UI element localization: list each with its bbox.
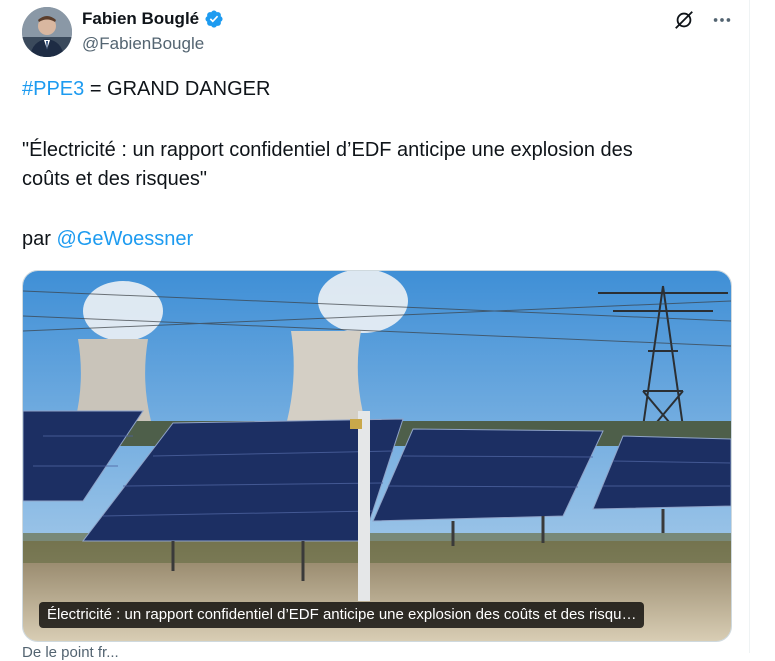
grok-icon[interactable] (672, 8, 696, 32)
hashtag-link[interactable]: #PPE3 (22, 78, 84, 100)
verified-badge-icon[interactable] (204, 9, 224, 29)
quote-line-1: "Électricité : un rapport confidentiel d… (22, 139, 633, 161)
tweet[interactable]: Fabien Bouglé @FabienBougle #PPE3 = GRAN… (0, 0, 749, 661)
avatar-image (22, 7, 72, 57)
byline: par @GeWoessner (22, 225, 193, 254)
solar-farm-photo (23, 271, 731, 641)
author-handle[interactable]: @FabienBougle (82, 34, 204, 54)
tweet-line-1-text: = GRAND DANGER (84, 78, 271, 100)
mention-link[interactable]: @GeWoessner (56, 228, 193, 250)
more-icon[interactable] (710, 8, 734, 32)
byline-prefix: par (22, 228, 57, 250)
avatar[interactable] (22, 7, 72, 57)
link-card-caption[interactable]: Électricité : un rapport confidentiel d’… (39, 602, 645, 628)
author-name[interactable]: Fabien Bouglé (82, 9, 224, 29)
timeline-divider (749, 0, 750, 653)
tweet-line-1: #PPE3 = GRAND DANGER (22, 75, 270, 104)
author-name-text: Fabien Bouglé (82, 9, 200, 28)
link-card-image[interactable]: Électricité : un rapport confidentiel d’… (22, 270, 732, 642)
quote-line-2: coûts et des risques" (22, 168, 207, 190)
